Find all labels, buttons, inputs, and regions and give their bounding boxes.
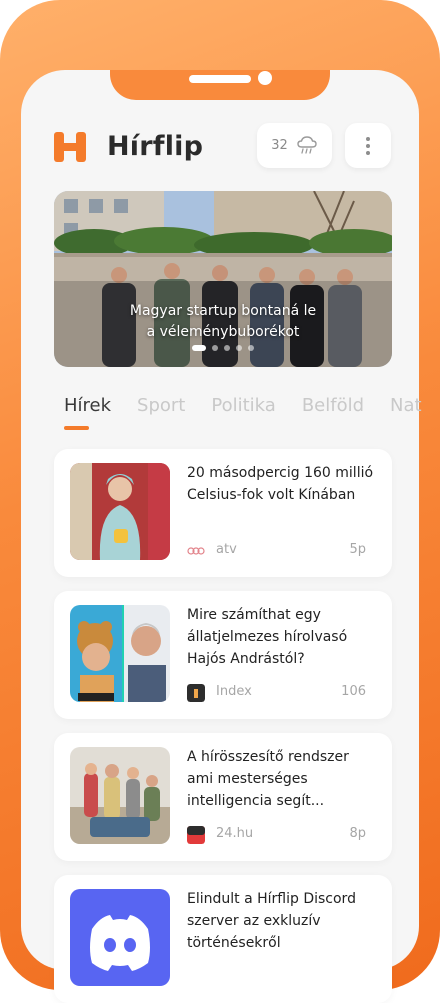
hero-headline: Magyar startup bontaná le a véleménybubo… <box>54 301 392 343</box>
featured-story-banner[interactable]: Magyar startup bontaná le a véleménybubo… <box>54 191 392 367</box>
article-card[interactable]: Elindult a Hírflip Discord szerver az ex… <box>54 875 392 1003</box>
article-thumbnail <box>70 605 170 702</box>
carousel-dot[interactable] <box>212 345 218 351</box>
article-card[interactable]: 20 másodpercig 160 millió Celsius-fok vo… <box>54 449 392 577</box>
article-source: Index <box>216 684 252 699</box>
app-title: Hírflip <box>107 131 204 162</box>
tab-hirek[interactable]: Hírek <box>64 395 111 416</box>
more-menu-button[interactable] <box>345 123 391 168</box>
tab-sport[interactable]: Sport <box>137 395 185 416</box>
article-thumbnail <box>70 747 170 844</box>
carousel-dot[interactable] <box>236 345 242 351</box>
rain-cloud-icon <box>297 135 317 154</box>
article-view-count: 106 <box>341 684 366 699</box>
article-title: Mire számíthat egy állatjelmezes hírolva… <box>187 607 348 667</box>
carousel-indicator <box>54 345 392 351</box>
carousel-dot[interactable] <box>224 345 230 351</box>
phone-camera <box>258 71 272 85</box>
hero-headline-line-1: Magyar startup bontaná le <box>129 303 317 319</box>
index-logo-icon <box>187 684 205 702</box>
article-time: 8p <box>349 826 366 841</box>
weather-temperature: 32 <box>271 138 288 153</box>
article-card[interactable]: A hírösszesítő rendszer ami mesterséges … <box>54 733 392 861</box>
tab-politika[interactable]: Politika <box>211 395 275 416</box>
article-time: 5p <box>349 542 366 557</box>
article-title: Elindult a Hírflip Discord szerver az ex… <box>187 891 356 951</box>
atv-logo-icon <box>187 547 205 555</box>
article-thumbnail <box>70 889 170 986</box>
tab-nat[interactable]: Nat <box>390 395 422 416</box>
hero-headline-line-2: a véleménybuborékot <box>146 324 300 340</box>
tab-belfold[interactable]: Belföld <box>302 395 364 416</box>
article-title: A hírösszesítő rendszer ami mesterséges … <box>187 749 349 809</box>
carousel-dot[interactable] <box>248 345 254 351</box>
active-tab-indicator <box>64 426 89 430</box>
category-tabs: Hírek Sport Politika Belföld Nat <box>64 395 440 416</box>
carousel-dot[interactable] <box>192 345 206 351</box>
phone-speaker <box>189 75 251 83</box>
article-title: 20 másodpercig 160 millió Celsius-fok vo… <box>187 465 374 503</box>
hirflip-logo-icon <box>54 132 86 162</box>
discord-icon <box>90 915 150 971</box>
article-card[interactable]: Mire számíthat egy állatjelmezes hírolva… <box>54 591 392 719</box>
article-source: 24.hu <box>216 826 254 841</box>
article-thumbnail <box>70 463 170 560</box>
more-vertical-icon <box>366 136 370 155</box>
weather-button[interactable]: 32 <box>257 123 332 168</box>
24hu-logo-icon <box>187 826 205 844</box>
article-source: atv <box>216 542 237 557</box>
